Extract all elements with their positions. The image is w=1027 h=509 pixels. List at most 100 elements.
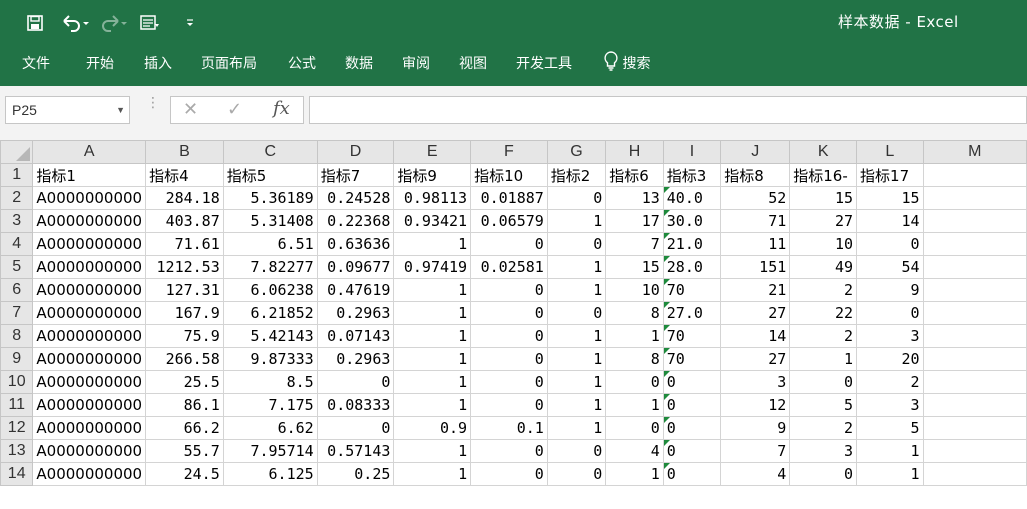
cell-e9[interactable]: 1 [393,347,472,371]
cell-l13[interactable]: 1 [856,439,924,463]
cell-l10[interactable]: 2 [856,370,924,394]
cell-l11[interactable]: 3 [856,393,924,417]
cell-d7[interactable]: 0.2963 [316,301,395,325]
cell-b4[interactable]: 71.61 [145,232,224,256]
cell-g13[interactable]: 0 [546,439,607,463]
cell-m10[interactable] [922,370,1027,394]
cell-f12[interactable]: 0.1 [470,416,548,440]
cell-h11[interactable]: 1 [605,393,664,417]
cell-e2[interactable]: 0.98113 [393,186,472,210]
redo-icon[interactable] [96,11,130,35]
cell-l4[interactable]: 0 [856,232,924,256]
cell-d1[interactable]: 指标7 [316,163,395,187]
cell-g9[interactable]: 1 [546,347,607,371]
cell-g1[interactable]: 指标2 [546,163,607,187]
cell-c3[interactable]: 5.31408 [222,209,318,233]
row-header[interactable]: 4 [0,232,34,256]
cell-f11[interactable]: 0 [470,393,548,417]
cell-d11[interactable]: 0.08333 [316,393,395,417]
tab-file[interactable]: 文件 [22,53,50,73]
cell-a1[interactable]: 指标1 [32,163,147,187]
cell-h8[interactable]: 1 [605,324,664,348]
cell-d14[interactable]: 0.25 [316,462,395,486]
cell-i9[interactable]: 70 [662,347,722,371]
cell-l3[interactable]: 14 [856,209,924,233]
column-header-b[interactable]: B [145,140,224,164]
cell-m14[interactable] [922,462,1027,486]
cell-d12[interactable]: 0 [316,416,395,440]
cell-a10[interactable]: A0000000000 [32,370,147,394]
cell-k9[interactable]: 1 [789,347,858,371]
cell-j1[interactable]: 指标8 [720,163,791,187]
tell-me-search[interactable]: 搜索 [604,51,650,75]
column-header-h[interactable]: H [605,140,664,164]
cell-a7[interactable]: A0000000000 [32,301,147,325]
row-header[interactable]: 2 [0,186,34,210]
cell-e12[interactable]: 0.9 [393,416,472,440]
cell-b13[interactable]: 55.7 [145,439,224,463]
cell-f4[interactable]: 0 [470,232,548,256]
cell-m6[interactable] [922,278,1027,302]
cell-b9[interactable]: 266.58 [145,347,224,371]
cell-c4[interactable]: 6.51 [222,232,318,256]
cell-i5[interactable]: 28.0 [662,255,722,279]
cell-l8[interactable]: 3 [856,324,924,348]
column-header-i[interactable]: I [662,140,722,164]
cell-d10[interactable]: 0 [316,370,395,394]
cell-h9[interactable]: 8 [605,347,664,371]
cell-a11[interactable]: A0000000000 [32,393,147,417]
tab-formulas[interactable]: 公式 [288,53,316,73]
save-icon[interactable] [24,11,46,35]
cell-c13[interactable]: 7.95714 [222,439,318,463]
cell-b11[interactable]: 86.1 [145,393,224,417]
cell-i3[interactable]: 30.0 [662,209,722,233]
column-header-j[interactable]: J [720,140,791,164]
cell-j6[interactable]: 21 [720,278,791,302]
row-header[interactable]: 5 [0,255,34,279]
cell-a8[interactable]: A0000000000 [32,324,147,348]
cell-g3[interactable]: 1 [546,209,607,233]
cell-f9[interactable]: 0 [470,347,548,371]
cell-i8[interactable]: 70 [662,324,722,348]
cell-c1[interactable]: 指标5 [222,163,318,187]
cell-j2[interactable]: 52 [720,186,791,210]
cell-f3[interactable]: 0.06579 [470,209,548,233]
cell-e10[interactable]: 1 [393,370,472,394]
cell-g12[interactable]: 1 [546,416,607,440]
cell-k1[interactable]: 指标16- [789,163,858,187]
cell-g11[interactable]: 1 [546,393,607,417]
cell-c11[interactable]: 7.175 [222,393,318,417]
cell-d4[interactable]: 0.63636 [316,232,395,256]
cell-i13[interactable]: 0 [662,439,722,463]
cell-j13[interactable]: 7 [720,439,791,463]
cell-c7[interactable]: 6.21852 [222,301,318,325]
cell-j9[interactable]: 27 [720,347,791,371]
cell-m8[interactable] [922,324,1027,348]
column-header-l[interactable]: L [856,140,924,164]
column-header-a[interactable]: A [32,140,147,164]
cell-e4[interactable]: 1 [393,232,472,256]
cell-b14[interactable]: 24.5 [145,462,224,486]
cell-l1[interactable]: 指标17 [856,163,924,187]
cell-j11[interactable]: 12 [720,393,791,417]
cell-e13[interactable]: 1 [393,439,472,463]
cell-c2[interactable]: 5.36189 [222,186,318,210]
cell-e6[interactable]: 1 [393,278,472,302]
cell-a6[interactable]: A0000000000 [32,278,147,302]
cell-b1[interactable]: 指标4 [145,163,224,187]
cell-m11[interactable] [922,393,1027,417]
cell-g4[interactable]: 0 [546,232,607,256]
cell-k11[interactable]: 5 [789,393,858,417]
tab-view[interactable]: 视图 [459,53,487,73]
cell-h13[interactable]: 4 [605,439,664,463]
cell-h7[interactable]: 8 [605,301,664,325]
cancel-icon[interactable]: ✕ [183,99,198,120]
cell-j12[interactable]: 9 [720,416,791,440]
cell-a13[interactable]: A0000000000 [32,439,147,463]
cell-b12[interactable]: 66.2 [145,416,224,440]
cell-f14[interactable]: 0 [470,462,548,486]
row-header[interactable]: 10 [0,370,34,394]
tab-page-layout[interactable]: 页面布局 [201,53,257,73]
cell-d5[interactable]: 0.09677 [316,255,395,279]
cell-f5[interactable]: 0.02581 [470,255,548,279]
